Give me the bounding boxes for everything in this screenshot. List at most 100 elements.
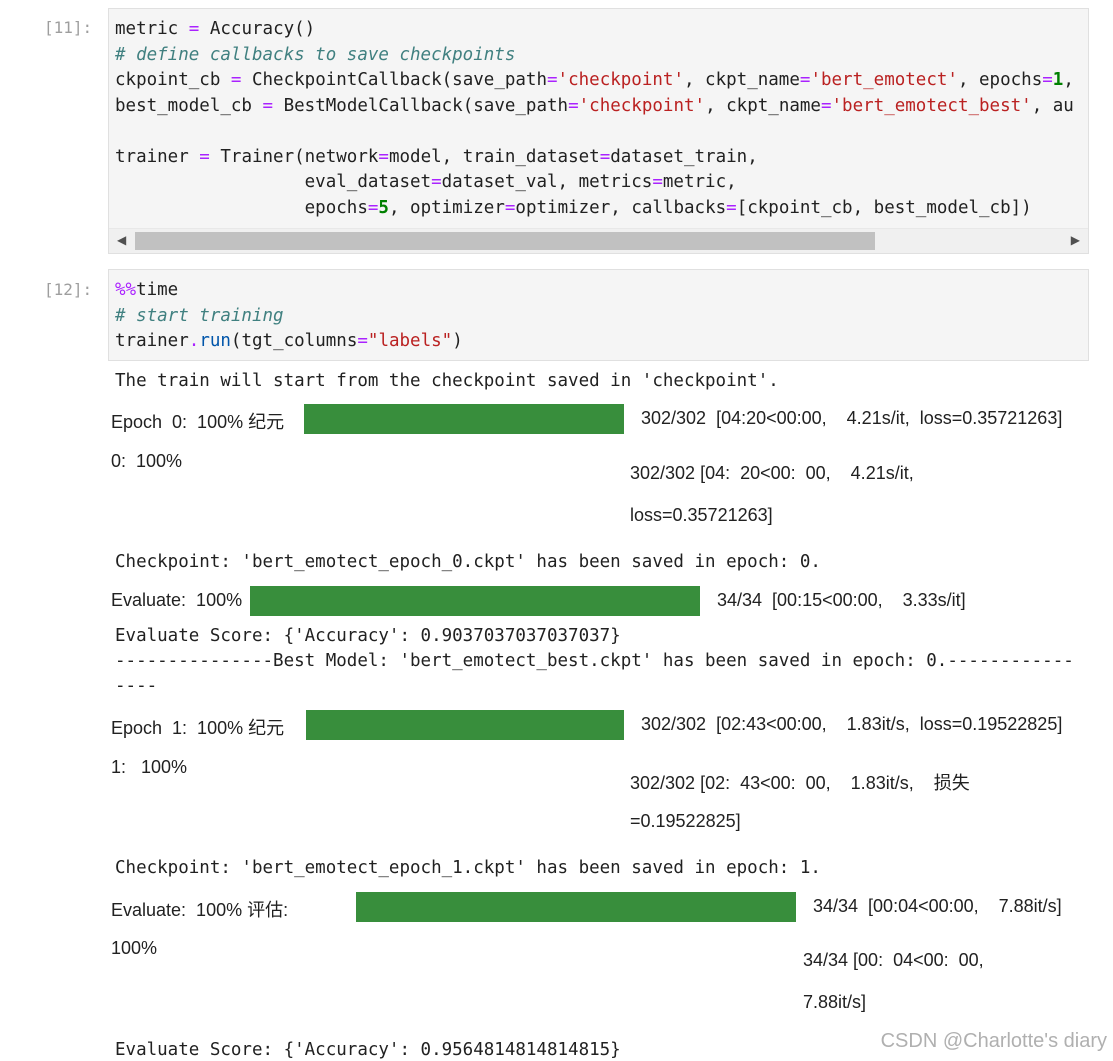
scrollbar-thumb[interactable]	[135, 232, 875, 250]
code-token: =	[652, 172, 663, 192]
code-line: # define callbacks to save checkpoints	[115, 43, 1074, 69]
eval0-label: Evaluate: 100%	[111, 590, 243, 610]
code-token: =	[726, 197, 737, 218]
epoch0-translated-stats-1: 302/302 [04: 20<00: 00, 4.21s/it,	[630, 463, 914, 483]
code-token: 'checkpoint'	[557, 70, 684, 90]
code-token: CheckpointCallback(save_path	[241, 70, 547, 90]
eval1-stats: 34/34 [00:04<00:00, 7.88it/s]	[813, 896, 1062, 916]
code-token: "labels"	[367, 331, 453, 351]
code-token: , au	[1031, 95, 1074, 116]
code-token: metric,	[662, 172, 737, 192]
epoch1-stats: 302/302 [02:43<00:00, 1.83it/s, loss=0.1…	[641, 714, 1063, 734]
code-line: best_model_cb = BestModelCallback(save_p…	[115, 94, 1074, 120]
scroll-right-icon[interactable]: ▶	[1071, 233, 1080, 247]
horizontal-scrollbar[interactable]: ◀ ▶	[109, 228, 1088, 253]
eval1-label: Evaluate: 100% 评估:	[111, 900, 289, 920]
code-token: time	[136, 280, 179, 300]
code-token: 'bert_emotect'	[810, 70, 958, 90]
code-token: =	[431, 172, 442, 192]
code-cell-12[interactable]: %%time # start training trainer.run(tgt_co…	[108, 269, 1089, 361]
code-token: best_model_cb	[115, 95, 263, 116]
best-model-message: ---------------Best Model: 'bert_emotect…	[115, 651, 1074, 671]
eval0-stats: 34/34 [00:15<00:00, 3.33s/it]	[717, 590, 966, 610]
epoch0-translated-stats-2: loss=0.35721263]	[630, 505, 773, 525]
code-token: =	[199, 146, 210, 167]
code-token: =	[820, 95, 832, 116]
epoch1-translated-stats-1: 302/302 [02: 43<00: 00, 1.83it/s, 损失	[630, 773, 970, 793]
code-token: dataset_train,	[610, 146, 758, 167]
scroll-left-icon[interactable]: ◀	[117, 233, 126, 247]
code-token: , ckpt_name	[683, 70, 800, 90]
output-start-message: The train will start from the checkpoint…	[115, 371, 779, 391]
epoch0-stats: 302/302 [04:20<00:00, 4.21s/it, loss=0.3…	[641, 408, 1063, 428]
code-token: =	[262, 95, 274, 116]
code-token: 5	[378, 197, 389, 218]
code-line: # start training	[115, 304, 463, 330]
code-token: BestModelCallback(save_path	[273, 95, 569, 116]
eval0-score: Evaluate Score: {'Accuracy': 0.903703703…	[115, 626, 621, 646]
eval1-translated-stats-2: 7.88it/s]	[803, 992, 867, 1012]
code-token: [ckpoint_cb, best_model_cb])	[736, 197, 1032, 218]
code-token: epochs	[115, 197, 368, 218]
code-token: eval_dataset	[115, 172, 432, 192]
code-editor[interactable]: %%time # start training trainer.run(tgt_co…	[115, 278, 463, 355]
code-token: Trainer(network	[209, 146, 379, 167]
code-token: 1	[1052, 70, 1064, 90]
code-token: Accuracy()	[199, 19, 316, 39]
code-line: metric = Accuracy()	[115, 17, 1074, 43]
watermark: CSDN @Charlotte's diary	[880, 1030, 1107, 1052]
code-token: .	[188, 331, 200, 351]
eval0-progress-bar	[250, 586, 700, 616]
epoch1-translated-percent: 1: 100%	[111, 757, 188, 777]
code-editor[interactable]: metric = Accuracy() # define callbacks to…	[115, 17, 1074, 221]
code-token: # start training	[115, 305, 284, 326]
code-token: %%	[115, 280, 137, 300]
code-token: run	[199, 331, 231, 351]
best-model-message-wrap: ----	[115, 676, 158, 696]
code-token: 'checkpoint'	[578, 95, 706, 116]
code-token: )	[452, 331, 463, 351]
code-cell-11[interactable]: metric = Accuracy() # define callbacks to…	[108, 8, 1089, 254]
cell-prompt-12: [12]:	[44, 280, 93, 299]
code-token: =	[230, 70, 242, 90]
code-token: =	[547, 70, 558, 90]
code-token: , optimizer	[388, 197, 505, 218]
epoch1-translated-stats-2: =0.19522825]	[630, 811, 741, 831]
eval1-progress-bar	[356, 892, 796, 922]
checkpoint1-message: Checkpoint: 'bert_emotect_epoch_1.ckpt' …	[115, 858, 821, 878]
epoch0-translated-percent: 0: 100%	[111, 451, 183, 471]
eval1-score: Evaluate Score: {'Accuracy': 0.956481481…	[115, 1040, 621, 1060]
code-token: =	[357, 331, 368, 351]
code-token: , epochs	[957, 70, 1043, 90]
code-token: =	[188, 19, 200, 39]
code-token: =	[504, 197, 516, 218]
code-token: model, train_dataset	[388, 146, 600, 167]
cell-prompt-11: [11]:	[44, 18, 93, 37]
code-line: eval_dataset=dataset_val, metrics=metric…	[115, 170, 1074, 196]
code-token: trainer	[115, 146, 200, 167]
code-token: =	[799, 70, 811, 90]
code-token: =	[1042, 70, 1053, 90]
code-token: =	[599, 146, 611, 167]
epoch0-label: Epoch 0: 100% 纪元	[111, 412, 285, 432]
code-token: ,	[1063, 70, 1074, 90]
code-token: dataset_val, metrics	[441, 172, 653, 192]
code-token: optimizer, callbacks	[515, 197, 727, 218]
code-token: =	[367, 197, 379, 218]
epoch1-progress-bar	[306, 710, 624, 740]
code-token: =	[568, 95, 579, 116]
code-token: =	[378, 146, 389, 167]
code-token: (tgt_columns	[230, 331, 358, 351]
epoch1-label: Epoch 1: 100% 纪元	[111, 718, 285, 738]
code-line: trainer.run(tgt_columns="labels")	[115, 329, 463, 355]
eval1-translated-percent: 100%	[111, 938, 158, 958]
code-token: trainer	[115, 331, 189, 351]
code-line: trainer = Trainer(network=model, train_d…	[115, 145, 1074, 171]
code-line: %%time	[115, 278, 463, 304]
code-line: epochs=5, optimizer=optimizer, callbacks…	[115, 196, 1074, 222]
code-token: , ckpt_name	[705, 95, 821, 116]
checkpoint0-message: Checkpoint: 'bert_emotect_epoch_0.ckpt' …	[115, 552, 821, 572]
epoch0-progress-bar	[304, 404, 624, 434]
code-line: ckpoint_cb = CheckpointCallback(save_pat…	[115, 68, 1074, 94]
